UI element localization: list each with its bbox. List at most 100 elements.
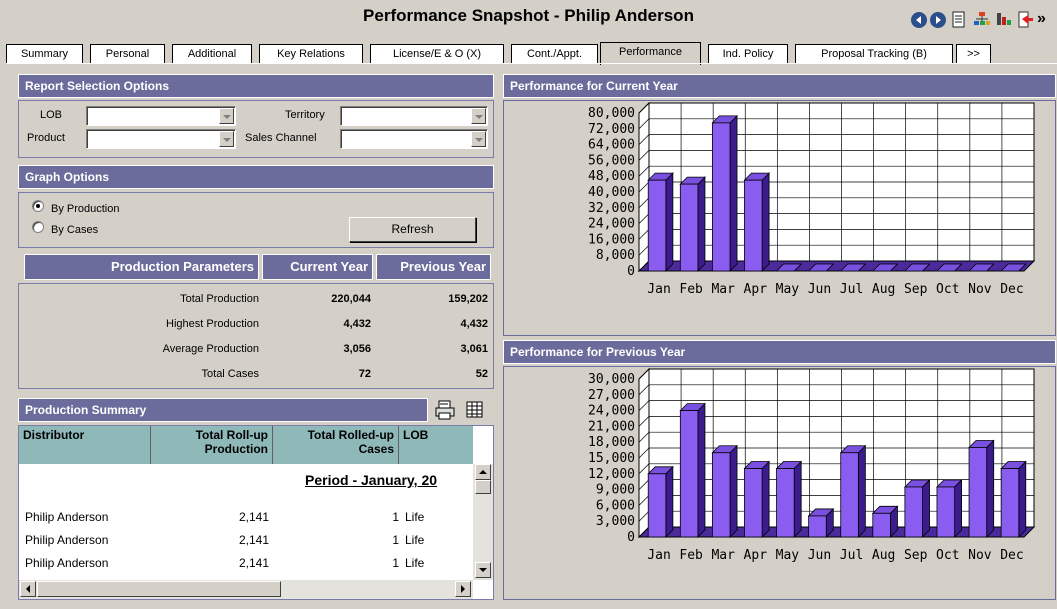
param-previous: 4,432: [460, 318, 488, 330]
report-icon[interactable]: [995, 10, 1013, 30]
x-tick-label: Dec: [1000, 282, 1023, 297]
bar-feb: [679, 402, 706, 538]
chevron-down-icon[interactable]: [219, 131, 234, 147]
y-tick-label: 3,000: [596, 514, 635, 529]
bar-front: [968, 447, 988, 538]
y-tick-label: 16,000: [588, 232, 635, 247]
current-year-chart-panel: 80,000 72,000 64,000 56,000 48,000 40,000 32,0…: [503, 100, 1056, 336]
param-previous: 3,061: [460, 343, 488, 355]
cases-cell: 1: [392, 510, 399, 524]
production-summary-table: Distributor Total Roll-up Production Tot…: [18, 425, 494, 600]
exit-icon[interactable]: [1016, 10, 1034, 30]
bar-side: [761, 460, 770, 538]
lob-cell: Life: [405, 510, 425, 524]
tab-personal[interactable]: Personal: [90, 44, 165, 64]
param-previous: 159,202: [448, 293, 488, 305]
bar-apr: [743, 460, 771, 538]
bar-aug: [871, 505, 899, 538]
bar-front: [840, 452, 859, 538]
scroll-up-icon[interactable]: [475, 464, 491, 480]
x-tick-label: Mar: [711, 282, 735, 297]
tab-additional[interactable]: Additional: [172, 44, 252, 64]
x-tick-label: Jun: [808, 548, 831, 563]
x-tick-label: Oct: [936, 548, 959, 563]
more-icon[interactable]: »: [1037, 10, 1055, 30]
column-header-production[interactable]: Total Roll-up Production: [151, 426, 273, 464]
bar-front: [679, 183, 699, 272]
document-icon[interactable]: [950, 10, 968, 30]
x-tick-label: Mar: [711, 548, 735, 563]
param-current: 220,044: [331, 293, 371, 305]
current-year-chart: 80,00072,00064,00056,00048,00040,00032,0…: [588, 101, 1036, 297]
tab-proposal-tracking[interactable]: Proposal Tracking (B): [795, 44, 953, 64]
param-current: 72: [358, 368, 371, 380]
cases-cell: 1: [392, 556, 399, 570]
bar-apr: [743, 172, 771, 272]
by-cases-label: By Cases: [51, 224, 99, 236]
sales-channel-label: Sales Channel: [245, 132, 317, 144]
previous-icon[interactable]: [911, 12, 927, 28]
territory-label: Territory: [285, 109, 325, 121]
y-tick-label: 24,000: [588, 217, 635, 232]
page-title: Performance Snapshot - Philip Anderson: [363, 6, 694, 25]
sales-channel-select[interactable]: [340, 129, 488, 149]
bar-front: [904, 486, 923, 538]
tab-license[interactable]: License/E & O (X): [370, 44, 504, 64]
chevron-down-icon[interactable]: [219, 108, 234, 124]
tab-cont-appt[interactable]: Cont./Appt.: [511, 44, 598, 64]
x-tick-label: Jan: [647, 282, 670, 297]
tab-more[interactable]: >>: [956, 44, 991, 64]
bar-side: [954, 479, 963, 538]
chevron-down-icon[interactable]: [471, 108, 486, 124]
production-cell: 2,141: [238, 533, 269, 547]
bar-side: [665, 465, 674, 538]
tab-summary[interactable]: Summary: [6, 44, 83, 64]
lob-cell: Life: [405, 556, 425, 570]
bar-jan: [647, 172, 674, 272]
y-tick-label: 9,000: [596, 483, 635, 498]
grid-icon[interactable]: [466, 401, 484, 419]
scroll-thumb[interactable]: [475, 480, 491, 494]
scroll-right-icon[interactable]: [455, 581, 471, 597]
territory-select[interactable]: [340, 106, 488, 126]
chevron-down-icon[interactable]: [471, 131, 486, 147]
by-cases-radio[interactable]: [32, 221, 44, 233]
previous-year-header: Previous Year: [376, 254, 491, 280]
bar-front: [776, 468, 795, 538]
graph-options-header: Graph Options: [18, 165, 494, 189]
product-select[interactable]: [86, 129, 236, 149]
lob-select[interactable]: [86, 106, 236, 126]
column-header-cases[interactable]: Total Rolled-up Cases: [273, 426, 399, 464]
production-cell: 2,141: [238, 556, 269, 570]
print-icon[interactable]: [434, 400, 456, 420]
bar-front: [711, 122, 731, 272]
tab-performance[interactable]: Performance: [600, 42, 701, 65]
column-header-distributor[interactable]: Distributor: [19, 426, 151, 464]
x-tick-label: Feb: [679, 548, 703, 563]
scroll-h-thumb[interactable]: [37, 581, 281, 597]
next-icon[interactable]: [930, 12, 946, 28]
scroll-down-icon[interactable]: [475, 562, 491, 578]
param-label: Average Production: [162, 343, 259, 355]
by-production-radio[interactable]: [32, 200, 44, 212]
y-tick-label: 64,000: [588, 138, 635, 153]
scroll-left-icon[interactable]: [20, 581, 36, 597]
x-tick-label: Oct: [936, 282, 959, 297]
x-tick-label: Aug: [872, 548, 895, 563]
y-tick-label: 8,000: [596, 248, 635, 263]
tab-ind-policy[interactable]: Ind. Policy: [708, 44, 788, 64]
refresh-button[interactable]: Refresh: [349, 217, 476, 242]
previous-year-chart: 30,00027,00024,00021,00018,00015,00012,0…: [588, 367, 1036, 563]
hierarchy-icon[interactable]: [973, 10, 991, 30]
y-tick-label: 72,000: [588, 122, 635, 137]
tab-key-relations[interactable]: Key Relations: [259, 44, 363, 64]
y-tick-label: 12,000: [588, 467, 635, 482]
bar-side: [729, 444, 738, 538]
horizontal-scrollbar[interactable]: [19, 580, 473, 599]
y-tick-label: 56,000: [588, 153, 635, 168]
bar-mar: [711, 444, 738, 538]
vertical-scrollbar[interactable]: [473, 464, 493, 580]
column-header-lob[interactable]: LOB: [399, 426, 473, 464]
param-label: Total Production: [180, 293, 259, 305]
y-tick-label: 32,000: [588, 201, 635, 216]
